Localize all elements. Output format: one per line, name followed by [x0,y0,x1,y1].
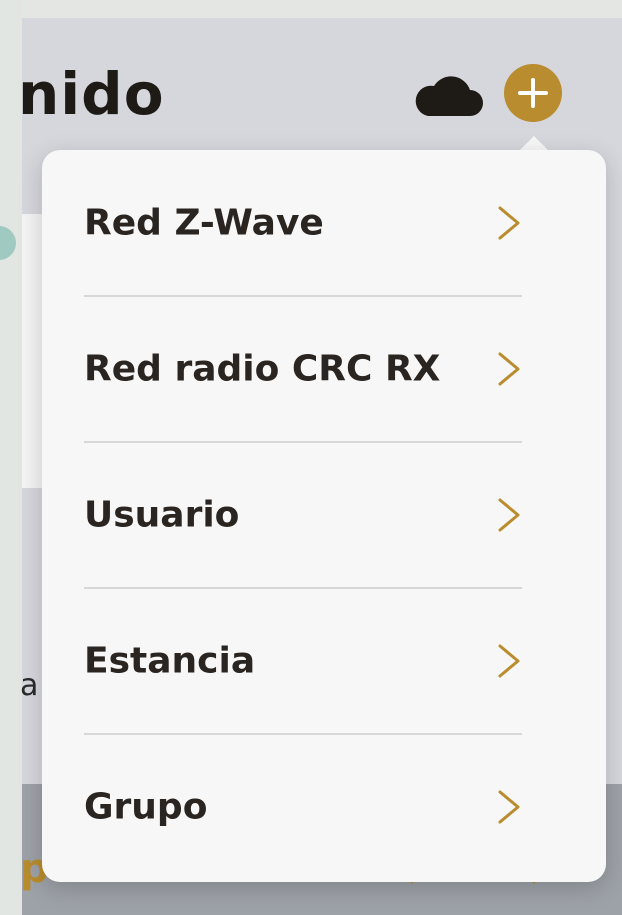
cloud-icon[interactable] [412,72,484,118]
menu-item-usuario[interactable]: Usuario [42,442,606,588]
menu-item-label: Red radio CRC RX [84,348,441,390]
screen: nido a p Red Z-Wave Red radio CRC RX Usu… [0,0,622,915]
chevron-right-icon [494,789,524,825]
chevron-right-icon [494,205,524,241]
menu-item-label: Estancia [84,640,256,682]
menu-item-grupo[interactable]: Grupo [42,734,606,880]
add-dropdown-menu: Red Z-Wave Red radio CRC RX Usuario Esta… [42,150,606,882]
page-title: nido [18,60,165,128]
chevron-right-icon [494,643,524,679]
menu-item-red-z-wave[interactable]: Red Z-Wave [42,150,606,296]
menu-item-estancia[interactable]: Estancia [42,588,606,734]
menu-item-label: Red Z-Wave [84,202,324,244]
chevron-right-icon [494,497,524,533]
plus-icon [518,78,548,108]
chevron-right-icon [494,351,524,387]
menu-item-label: Usuario [84,494,240,536]
left-edge-strip [0,0,22,915]
menu-item-red-radio-crc-rx[interactable]: Red radio CRC RX [42,296,606,442]
menu-item-label: Grupo [84,786,208,828]
background-text-fragment: a [20,668,39,703]
add-button[interactable] [504,64,562,122]
